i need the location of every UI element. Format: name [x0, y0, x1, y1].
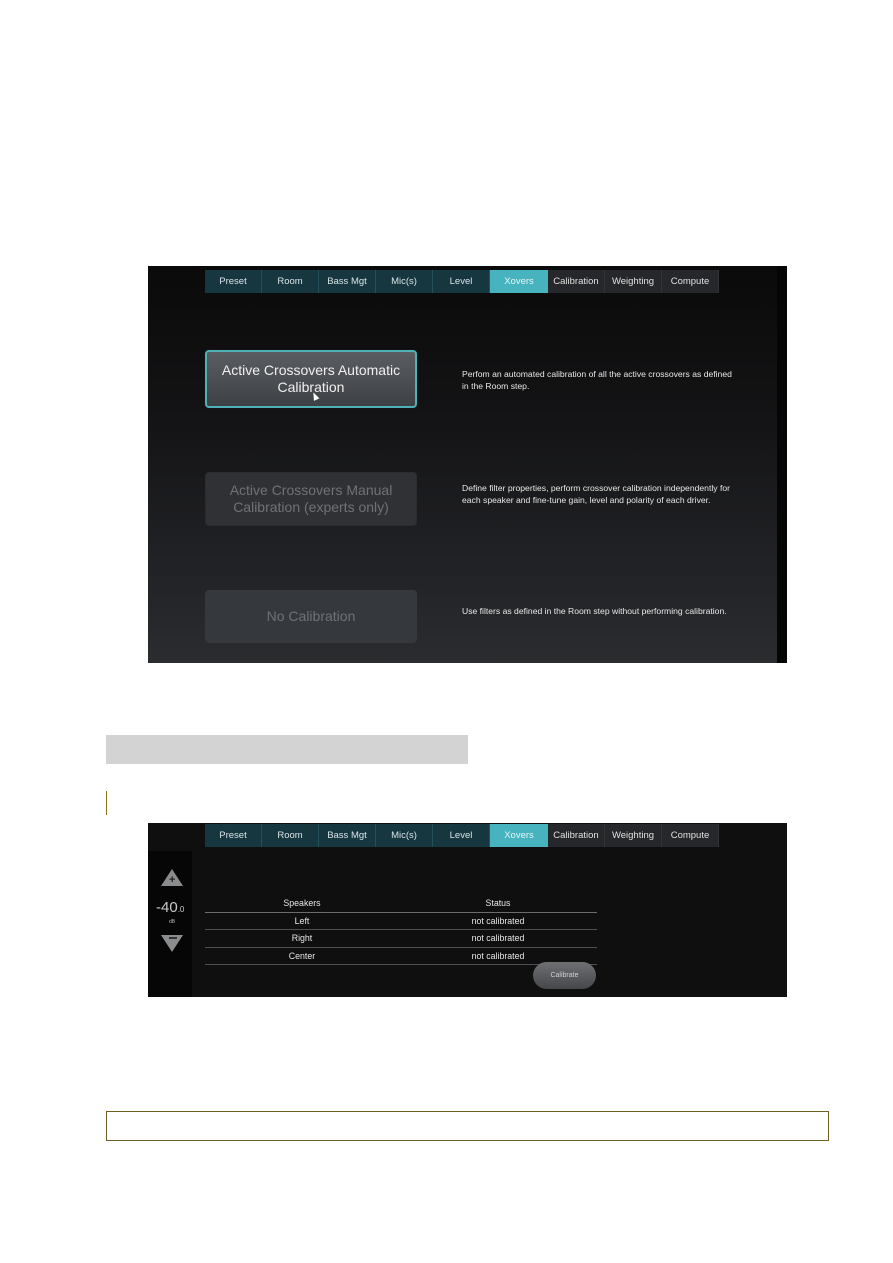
- tab-level[interactable]: Level: [433, 270, 490, 293]
- tab-preset[interactable]: Preset: [205, 824, 262, 847]
- speaker-name: Left: [294, 915, 310, 926]
- no-calibration-label: No Calibration: [266, 608, 356, 624]
- tab-bass-mgt[interactable]: Bass Mgt: [319, 270, 376, 293]
- table-row[interactable]: Center not calibrated: [205, 948, 597, 965]
- table-row[interactable]: Right not calibrated: [205, 930, 597, 948]
- tab-bass-mgt[interactable]: Bass Mgt: [319, 824, 376, 847]
- manual-calibration-description: Define filter properties, perform crosso…: [462, 483, 730, 506]
- automatic-calibration-button[interactable]: Active Crossovers Automatic Calibration: [205, 350, 417, 408]
- speaker-name: Right: [291, 933, 313, 943]
- speaker-status-table: Speakers Status Left not calibrated Righ…: [205, 895, 597, 965]
- no-calibration-description: Use filters as defined in the Room step …: [462, 606, 727, 616]
- speaker-name: Center: [288, 950, 316, 961]
- calibrate-button[interactable]: Calibrate: [533, 962, 596, 989]
- no-calibration-button[interactable]: No Calibration: [205, 590, 417, 643]
- tab-compute[interactable]: Compute: [662, 824, 719, 847]
- table-row[interactable]: Left not calibrated: [205, 913, 597, 930]
- tab-mics[interactable]: Mic(s): [376, 824, 433, 847]
- note-box: [106, 1111, 829, 1141]
- tab-level[interactable]: Level: [433, 824, 490, 847]
- manual-calibration-label: Active Crossovers Manual Calibration (ex…: [229, 482, 393, 515]
- tab-room[interactable]: Room: [262, 824, 319, 847]
- automatic-calibration-description: Perfom an automated calibration of all t…: [462, 369, 732, 392]
- tab-xovers[interactable]: Xovers: [490, 270, 548, 293]
- section-heading-bar: [106, 735, 468, 764]
- minus-icon: [169, 937, 177, 939]
- tab-mics[interactable]: Mic(s): [376, 270, 433, 293]
- tab-room[interactable]: Room: [262, 270, 319, 293]
- tab-weighting[interactable]: Weighting: [605, 824, 662, 847]
- speaker-status: not calibrated: [471, 915, 525, 926]
- xovers-mode-screenshot: Preset Room Bass Mgt Mic(s) Level Xovers…: [148, 266, 787, 663]
- xovers-calibration-screenshot: Preset Room Bass Mgt Mic(s) Level Xovers…: [148, 823, 787, 997]
- header-speakers: Speakers: [283, 898, 321, 908]
- tab-preset[interactable]: Preset: [205, 270, 262, 293]
- speaker-status: not calibrated: [471, 933, 525, 943]
- tab-weighting[interactable]: Weighting: [605, 270, 662, 293]
- wizard-tabs: Preset Room Bass Mgt Mic(s) Level Xovers…: [205, 824, 719, 847]
- plus-icon: +: [169, 874, 176, 886]
- volume-readout: -40.0: [156, 899, 185, 916]
- manual-calibration-button[interactable]: Active Crossovers Manual Calibration (ex…: [205, 472, 417, 526]
- header-status: Status: [485, 898, 511, 908]
- volume-unit: dB: [169, 919, 176, 925]
- tab-calibration[interactable]: Calibration: [548, 824, 605, 847]
- volume-panel: + -40.0 dB: [148, 851, 192, 997]
- tab-compute[interactable]: Compute: [662, 270, 719, 293]
- margin-marker: [106, 791, 107, 815]
- automatic-calibration-label: Active Crossovers Automatic Calibration: [221, 362, 401, 395]
- tab-calibration[interactable]: Calibration: [548, 270, 605, 293]
- table-header: Speakers Status: [205, 895, 597, 913]
- tab-xovers[interactable]: Xovers: [490, 824, 548, 847]
- wizard-tabs: Preset Room Bass Mgt Mic(s) Level Xovers…: [205, 270, 719, 293]
